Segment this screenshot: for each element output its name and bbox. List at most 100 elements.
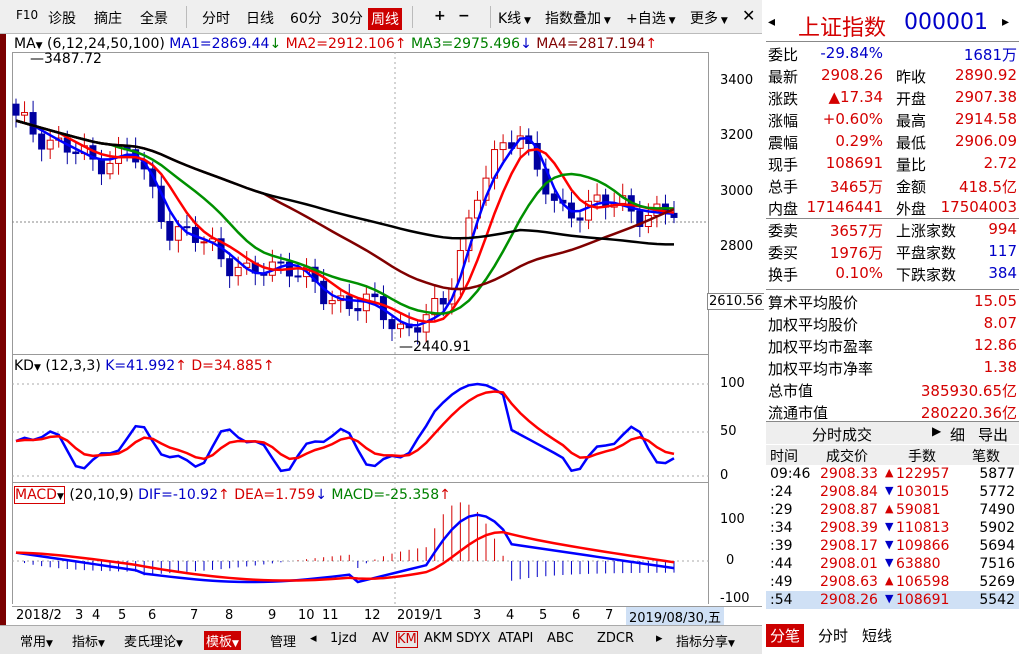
tick-header: 分时成交 ▶ 细 导出 xyxy=(766,422,1019,444)
indicator-tabs: 常用▼ 指标▼ 麦氏理论▼ 模板▼ 管理 ◂ 1jzd AV KM AKM SD… xyxy=(0,625,762,654)
candle-body xyxy=(593,194,601,202)
30min-button[interactable]: 30分 xyxy=(331,8,363,28)
tick-volume: 59081 xyxy=(896,502,941,518)
kline-dropdown[interactable]: K线 ▼ xyxy=(498,8,531,28)
quote-value: 117 xyxy=(988,242,1017,260)
macd-label[interactable]: MACD▼ xyxy=(14,486,65,504)
more-dropdown[interactable]: 更多 ▼ xyxy=(690,8,728,28)
stat-row: 流通市值 280220.36亿 xyxy=(766,400,1019,422)
quote-value: 3657万 xyxy=(829,222,883,240)
tab-shortline[interactable]: 短线 xyxy=(862,625,892,646)
detail-button[interactable]: 细 xyxy=(950,424,965,445)
tick-price: 2908.39 xyxy=(820,520,878,536)
tab-indicators[interactable]: 指标▼ xyxy=(72,631,105,650)
tick-row[interactable]: :24 2908.84 ▼ 103015 5772 xyxy=(766,483,1019,501)
col-volume: 手数 xyxy=(908,449,936,465)
tick-count: 5902 xyxy=(979,520,1015,536)
stat-label: 流通市值 xyxy=(768,404,829,422)
kd-legend: KD▼ (12,3,3) K=41.992↑ D=34.885↑ xyxy=(14,358,275,374)
tab-indicator-share[interactable]: 指标分享▼ xyxy=(676,631,735,650)
tab-mai-theory[interactable]: 麦氏理论▼ xyxy=(124,631,183,650)
quote-header: ◂ 上证指数 000001 ▸ xyxy=(764,8,1019,41)
kline-chart xyxy=(12,52,709,604)
tick-row[interactable]: :34 2908.39 ▼ 110813 5902 xyxy=(766,519,1019,537)
k-line xyxy=(15,382,675,473)
candle-body xyxy=(354,308,362,312)
tick-row[interactable]: 09:46 2908.33 ▲ 122957 5877 xyxy=(766,465,1019,483)
intraday-button[interactable]: 分时 xyxy=(202,8,230,28)
ma-line-2 xyxy=(15,119,675,324)
diagnose-button[interactable]: 诊股 xyxy=(48,8,76,28)
tab-av[interactable]: AV xyxy=(372,631,389,646)
tick-volume: 109866 xyxy=(896,538,950,554)
candle-body xyxy=(12,103,20,116)
stat-label: 算术平均股价 xyxy=(768,294,859,312)
zoom-out-button[interactable]: − xyxy=(458,8,470,24)
tab-abc[interactable]: ABC xyxy=(547,631,574,646)
tick-row[interactable]: :39 2908.17 ▼ 109866 5694 xyxy=(766,537,1019,555)
tab-manage[interactable]: 管理 xyxy=(270,631,296,650)
tick-direction-icon: ▼ xyxy=(885,520,894,533)
tab-tick-trades[interactable]: 分时成交 xyxy=(812,424,872,445)
daily-button[interactable]: 日线 xyxy=(246,8,274,28)
next-stock-icon[interactable]: ▸ xyxy=(1002,14,1009,30)
quote-label: 总手 xyxy=(768,178,799,196)
tab-template[interactable]: 模板▼ xyxy=(204,631,241,650)
tab-sdyx[interactable]: SDYX xyxy=(456,631,490,646)
scroll-right-icon[interactable]: ▸ xyxy=(656,631,663,646)
kd-tick: 0 xyxy=(720,468,729,483)
candle-body xyxy=(345,295,353,310)
kd-tick: 50 xyxy=(720,424,737,439)
tick-volume: 108691 xyxy=(896,592,950,608)
quote-label: 平盘家数 xyxy=(896,244,957,262)
scroll-left-icon[interactable]: ◂ xyxy=(310,631,317,646)
panorama-button[interactable]: 全景 xyxy=(140,8,168,28)
tab-zdcr[interactable]: ZDCR xyxy=(597,631,634,646)
quote-value: +0.60% xyxy=(822,110,883,128)
60min-button[interactable]: 60分 xyxy=(290,8,322,28)
tick-row[interactable]: :44 2908.01 ▼ 63880 7516 xyxy=(766,555,1019,573)
export-button[interactable]: 导出 xyxy=(978,424,1008,445)
tick-row[interactable]: :54 2908.26 ▼ 108691 5542 xyxy=(766,591,1019,609)
zoom-in-button[interactable]: + xyxy=(434,8,446,24)
time-tick: 6 xyxy=(148,608,157,623)
tick-count: 7516 xyxy=(979,556,1015,572)
quote-row: 涨跌 ▲17.34 开盘 2907.38 xyxy=(766,86,1019,108)
tab-common[interactable]: 常用▼ xyxy=(20,631,53,650)
quote-label: 委卖 xyxy=(768,222,799,240)
weekly-button[interactable]: 周线 xyxy=(368,8,402,30)
f10-button[interactable]: F10 xyxy=(16,8,38,22)
time-tick: 3 xyxy=(473,608,482,623)
expand-icon[interactable]: ▶ xyxy=(932,424,941,438)
index-overlay-dropdown[interactable]: 指数叠加 ▼ xyxy=(545,8,611,28)
quote-value: 2907.38 xyxy=(954,88,1017,106)
col-time: 时间 xyxy=(770,449,798,465)
tab-timeshare[interactable]: 分时 xyxy=(818,625,848,646)
quote-value: 108691 xyxy=(825,154,883,172)
tab-atapi[interactable]: ATAPI xyxy=(498,631,533,646)
quote-row: 现手 108691 量比 2.72 xyxy=(766,152,1019,174)
stat-row: 加权平均市净率 1.38 xyxy=(766,356,1019,378)
quote-value: 1681万 xyxy=(963,46,1017,64)
close-icon[interactable]: ✕ xyxy=(742,6,755,25)
tab-km[interactable]: KM xyxy=(396,631,418,648)
tab-ticks[interactable]: 分笔 xyxy=(766,624,805,647)
zhuang-button[interactable]: 摘庄 xyxy=(94,8,122,28)
chart-area[interactable]: MA▼ (6,12,24,50,100) MA1=2869.44↓ MA2=29… xyxy=(12,34,765,606)
candle-body xyxy=(200,241,208,244)
tab-akm[interactable]: AKM xyxy=(424,631,453,646)
quote-label: 上涨家数 xyxy=(896,222,957,240)
candle-body xyxy=(414,327,422,333)
time-tick: 4 xyxy=(92,608,101,623)
window-edge xyxy=(0,0,6,654)
stat-row: 算术平均股价 15.05 xyxy=(766,290,1019,312)
tick-row[interactable]: :29 2908.87 ▲ 59081 7490 xyxy=(766,501,1019,519)
tick-row[interactable]: :49 2908.63 ▲ 106598 5269 xyxy=(766,573,1019,591)
tick-volume: 122957 xyxy=(896,466,950,482)
kd-label[interactable]: KD xyxy=(14,358,34,374)
candle-body xyxy=(550,193,558,201)
tab-1jzd[interactable]: 1jzd xyxy=(330,631,357,646)
prev-stock-icon[interactable]: ◂ xyxy=(768,14,775,30)
watchlist-button[interactable]: +自选 ▼ xyxy=(626,8,676,28)
tick-count: 5877 xyxy=(979,466,1015,482)
